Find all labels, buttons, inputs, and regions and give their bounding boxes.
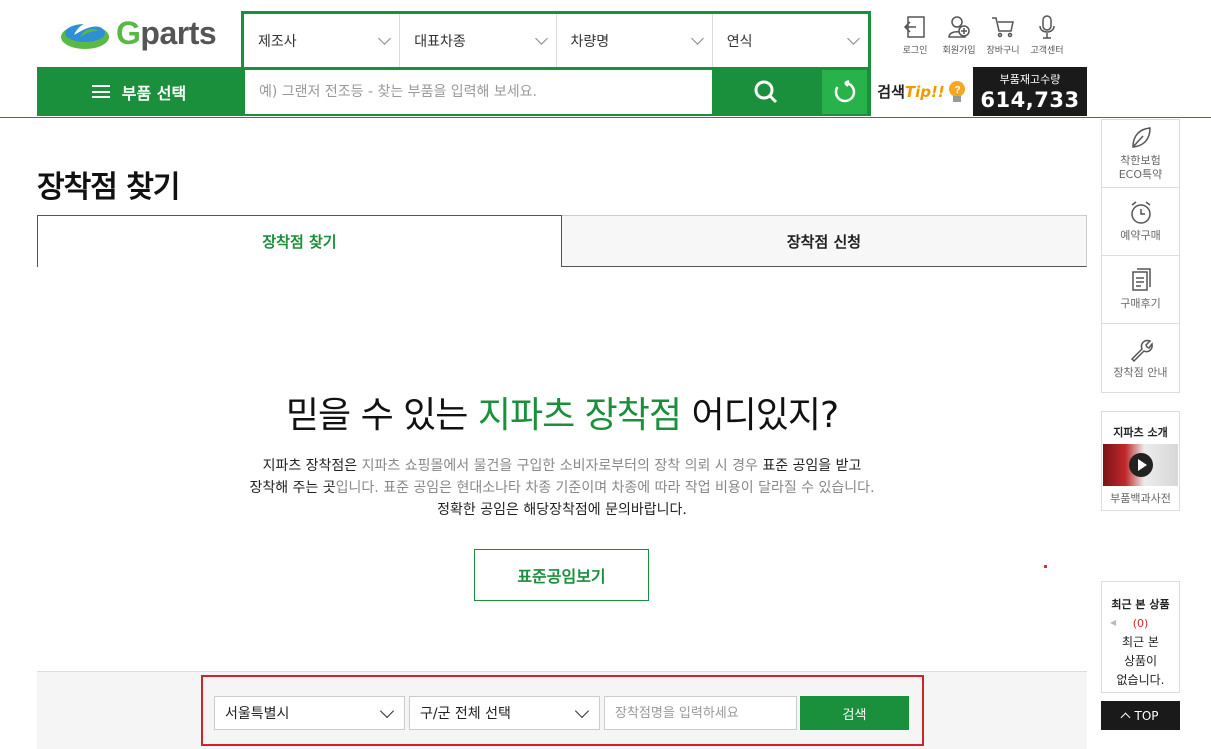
vehicle-name-select[interactable]: 차량명 <box>557 14 713 67</box>
recent-count: (0) <box>1132 617 1149 630</box>
join-link[interactable]: 회원가입 <box>937 14 981 56</box>
standard-labor-button[interactable]: 표준공임보기 <box>474 549 649 601</box>
parts-search-input[interactable] <box>245 70 712 114</box>
recently-viewed-panel: 최근 본 상품 ◀ (0) 최근 본 상품이 없습니다. <box>1101 581 1180 693</box>
search-tip-button[interactable]: 검색 Tip!! ? <box>872 67 972 116</box>
lightbulb-icon: ? <box>948 80 965 102</box>
join-icon <box>948 16 970 38</box>
hero-headline: 믿을 수 있는 지파츠 장착점 어디있지? <box>285 395 839 436</box>
hamburger-icon <box>91 85 110 98</box>
arrow-left-icon[interactable]: ◀ <box>1110 618 1116 627</box>
manufacturer-select[interactable]: 제조사 <box>244 14 401 67</box>
chevron-down-icon <box>690 31 704 45</box>
chevron-down-icon <box>574 703 590 718</box>
store-name-input[interactable] <box>604 696 797 730</box>
top-utility-nav: 로그인 회원가입 장바구니 고객센터 <box>893 14 1069 56</box>
cart-link[interactable]: 장바구니 <box>981 14 1025 56</box>
refresh-icon <box>834 80 855 103</box>
parts-menu-button[interactable]: 부품 선택 <box>37 67 241 116</box>
decorative-dot <box>1044 565 1047 568</box>
intro-thumbnail <box>1103 444 1178 486</box>
leaf-icon <box>1131 127 1151 148</box>
hero-description: 지파츠 장착점은 지파츠 쇼핑몰에서 물건을 구입한 소비자로부터의 장착 의뢰… <box>249 458 875 518</box>
reset-button[interactable] <box>822 70 867 114</box>
stock-label: 부품재고수량 <box>999 73 1061 86</box>
store-search-button[interactable]: 검색 <box>800 696 909 730</box>
wrench-icon <box>1130 339 1153 362</box>
customer-center-link[interactable]: 고객센터 <box>1025 14 1069 56</box>
chevron-down-icon <box>534 31 548 45</box>
sidebar-item-reservation[interactable]: 예약구매 <box>1102 188 1179 256</box>
stock-count-panel: 부품재고수량 614,733 <box>973 67 1087 116</box>
year-select[interactable]: 연식 <box>713 14 868 67</box>
document-icon <box>1131 268 1151 291</box>
login-link[interactable]: 로그인 <box>893 14 937 56</box>
logo-text: Gparts <box>116 14 217 51</box>
clock-icon <box>1130 201 1151 224</box>
play-icon <box>1129 453 1153 477</box>
search-icon <box>754 80 778 103</box>
chevron-down-icon <box>379 703 395 718</box>
page-title: 장착점 찾기 <box>37 170 180 205</box>
model-type-select[interactable]: 대표차종 <box>400 14 557 67</box>
district-select[interactable]: 구/군 전체 선택 <box>409 696 600 730</box>
page-tabs: 장착점 찾기 장착점 신청 <box>37 215 1087 267</box>
chevron-down-icon <box>847 31 860 45</box>
login-icon <box>903 16 925 38</box>
vehicle-filter-bar: 제조사 대표차종 차량명 연식 <box>241 11 871 67</box>
scroll-top-button[interactable]: TOP <box>1101 701 1180 730</box>
gparts-logo[interactable]: Gparts <box>60 12 220 54</box>
logo-mark-icon <box>61 22 109 49</box>
sidebar-item-store-guide[interactable]: 장착점 안내 <box>1102 324 1179 392</box>
tab-apply-store[interactable]: 장착점 신청 <box>562 215 1087 267</box>
header-divider <box>0 117 1211 118</box>
mic-icon <box>1039 15 1055 39</box>
cart-icon <box>992 17 1014 38</box>
chevron-up-icon <box>1121 712 1131 723</box>
sidebar-item-reviews[interactable]: 구매후기 <box>1102 256 1179 324</box>
quick-menu: 착한보험 ECO특약 예약구매 구매후기 장착점 안내 <box>1101 119 1180 393</box>
search-button[interactable] <box>712 67 820 116</box>
svg-text:?: ? <box>954 85 960 96</box>
tab-find-store[interactable]: 장착점 찾기 <box>37 215 562 267</box>
city-select[interactable]: 서울특별시 <box>214 696 405 730</box>
chevron-down-icon <box>378 31 392 45</box>
gparts-intro-video[interactable]: 지파츠 소개 부품백과사전 <box>1101 411 1180 511</box>
sidebar-item-eco-insurance[interactable]: 착한보험 ECO특약 <box>1102 120 1179 188</box>
stock-value: 614,733 <box>980 88 1080 112</box>
